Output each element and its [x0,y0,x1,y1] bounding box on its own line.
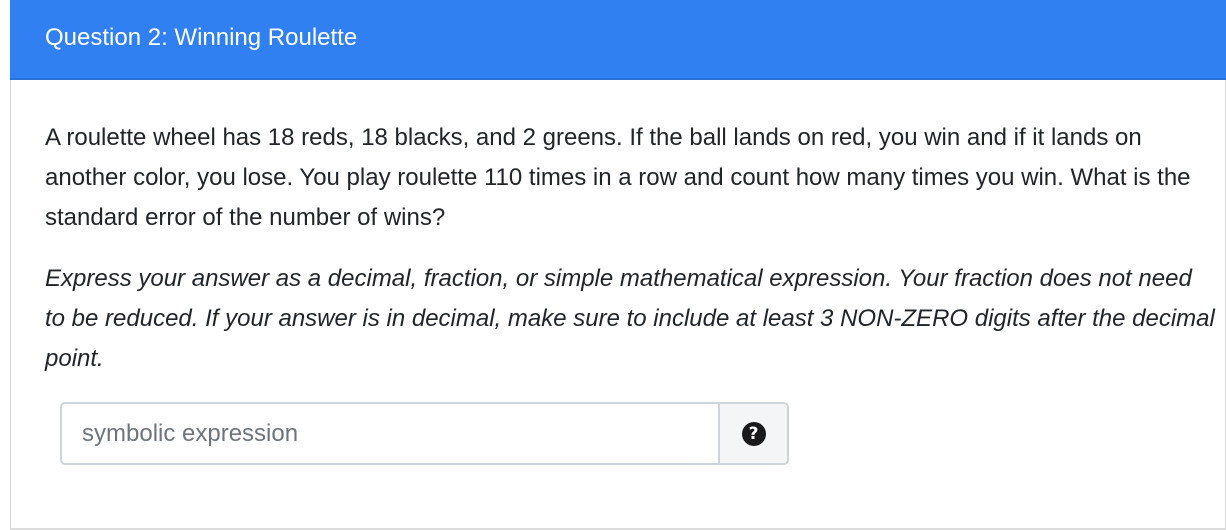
answer-input-group: ? [60,402,789,465]
question-title: Question 2: Winning Roulette [45,24,358,51]
answer-input[interactable] [60,402,718,465]
question-circle-icon: ? [741,421,766,446]
question-header: Question 2: Winning Roulette [10,0,1226,80]
help-button[interactable]: ? [718,402,789,465]
question-body: A roulette wheel has 18 reds, 18 blacks,… [45,124,1191,231]
question-card: Question 2: Winning Roulette A roulette … [10,0,1226,530]
answer-instructions: Express your answer as a decimal, fracti… [45,265,1215,372]
